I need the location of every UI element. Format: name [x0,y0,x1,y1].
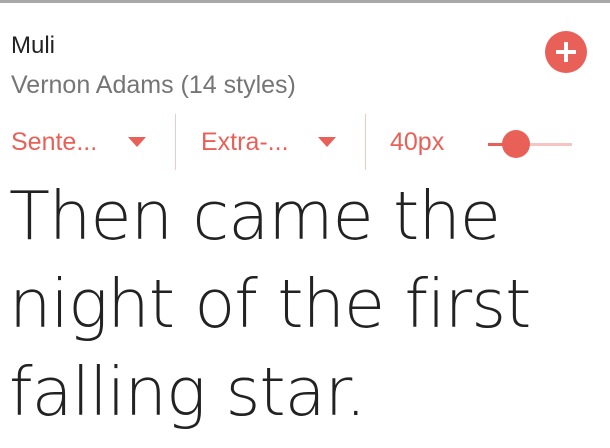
control-divider [175,114,176,170]
preview-controls: Sente... Extra-... 40px [0,112,610,172]
plus-icon [556,42,576,62]
font-designer-info: Vernon Adams (14 styles) [11,71,296,99]
sentence-select-label: Sente... [11,127,98,156]
top-divider [0,0,610,3]
font-size-label: 40px [390,127,445,156]
chevron-down-icon[interactable] [318,137,336,147]
font-size-slider[interactable] [488,130,572,158]
weight-select-label: Extra-... [201,127,289,156]
add-font-button[interactable] [545,31,587,73]
slider-thumb[interactable] [502,130,530,158]
font-size-value: 40px [390,112,470,172]
control-divider [365,114,366,170]
chevron-down-icon[interactable] [128,137,146,147]
font-preview-text[interactable]: Then came the night of the first falling… [9,172,604,436]
font-family-name: Muli [11,32,56,59]
